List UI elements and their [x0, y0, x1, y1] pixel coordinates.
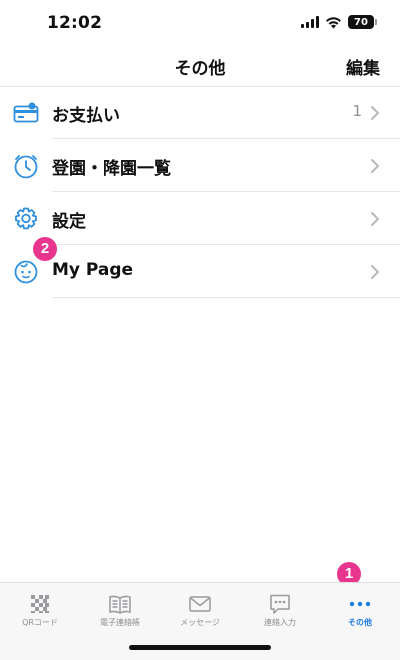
divider — [52, 297, 400, 298]
nav-bar: その他 編集 — [0, 46, 400, 87]
menu-list: お支払い 1 登園・降園一覧 設定 My Page — [0, 86, 400, 298]
tab-more[interactable]: その他 — [320, 593, 400, 633]
payment-count: 1 — [352, 102, 362, 120]
screen: 12:02 70 その他 編集 お支払い 1 登園・降園一覧 設定 My Pag… — [0, 0, 400, 660]
wifi-icon — [326, 16, 341, 28]
annotation-badge-2: 2 — [33, 237, 57, 261]
page-title: その他 — [174, 59, 226, 79]
more-dots-icon — [349, 601, 371, 607]
menu-item-label: 設定 — [52, 212, 86, 232]
book-icon — [109, 595, 131, 614]
menu-item-label: 登園・降園一覧 — [52, 159, 171, 179]
chevron-right-icon — [371, 212, 379, 226]
tab-label: メッセージ — [180, 618, 220, 627]
gear-icon — [15, 207, 37, 230]
payment-card-icon — [13, 102, 39, 123]
chat-bubble-icon — [270, 594, 290, 614]
status-time: 12:02 — [47, 13, 103, 33]
clock-icon — [14, 155, 38, 179]
edit-button[interactable]: 編集 — [346, 54, 380, 79]
menu-item-label: My Page — [52, 260, 134, 280]
menu-item-settings[interactable]: 設定 — [0, 192, 400, 245]
face-icon — [14, 260, 38, 284]
status-bar: 12:02 70 — [0, 0, 400, 46]
tab-notebook[interactable]: 電子連絡帳 — [80, 593, 160, 633]
tab-label: 電子連絡帳 — [100, 618, 140, 627]
tab-label: QRコード — [22, 618, 58, 627]
envelope-icon — [189, 596, 211, 612]
tab-label: 連絡入力 — [264, 618, 296, 627]
home-indicator — [129, 645, 271, 650]
tab-qr-code[interactable]: QRコード — [0, 593, 80, 633]
status-icons: 70 — [301, 15, 377, 29]
chevron-right-icon — [371, 265, 379, 279]
tab-label: その他 — [348, 618, 372, 627]
qr-code-icon — [31, 595, 49, 613]
chevron-right-icon — [371, 159, 379, 173]
battery-level: 70 — [354, 16, 368, 28]
tab-contact-input[interactable]: 連絡入力 — [240, 593, 320, 633]
battery-icon: 70 — [348, 15, 377, 29]
menu-item-attendance[interactable]: 登園・降園一覧 — [0, 139, 400, 192]
menu-item-payment[interactable]: お支払い 1 — [0, 86, 400, 139]
menu-item-label: お支払い — [52, 106, 120, 126]
tab-messages[interactable]: メッセージ — [160, 593, 240, 633]
chevron-right-icon — [371, 106, 379, 120]
signal-icon — [301, 16, 319, 28]
menu-item-my-page[interactable]: My Page — [0, 245, 400, 298]
